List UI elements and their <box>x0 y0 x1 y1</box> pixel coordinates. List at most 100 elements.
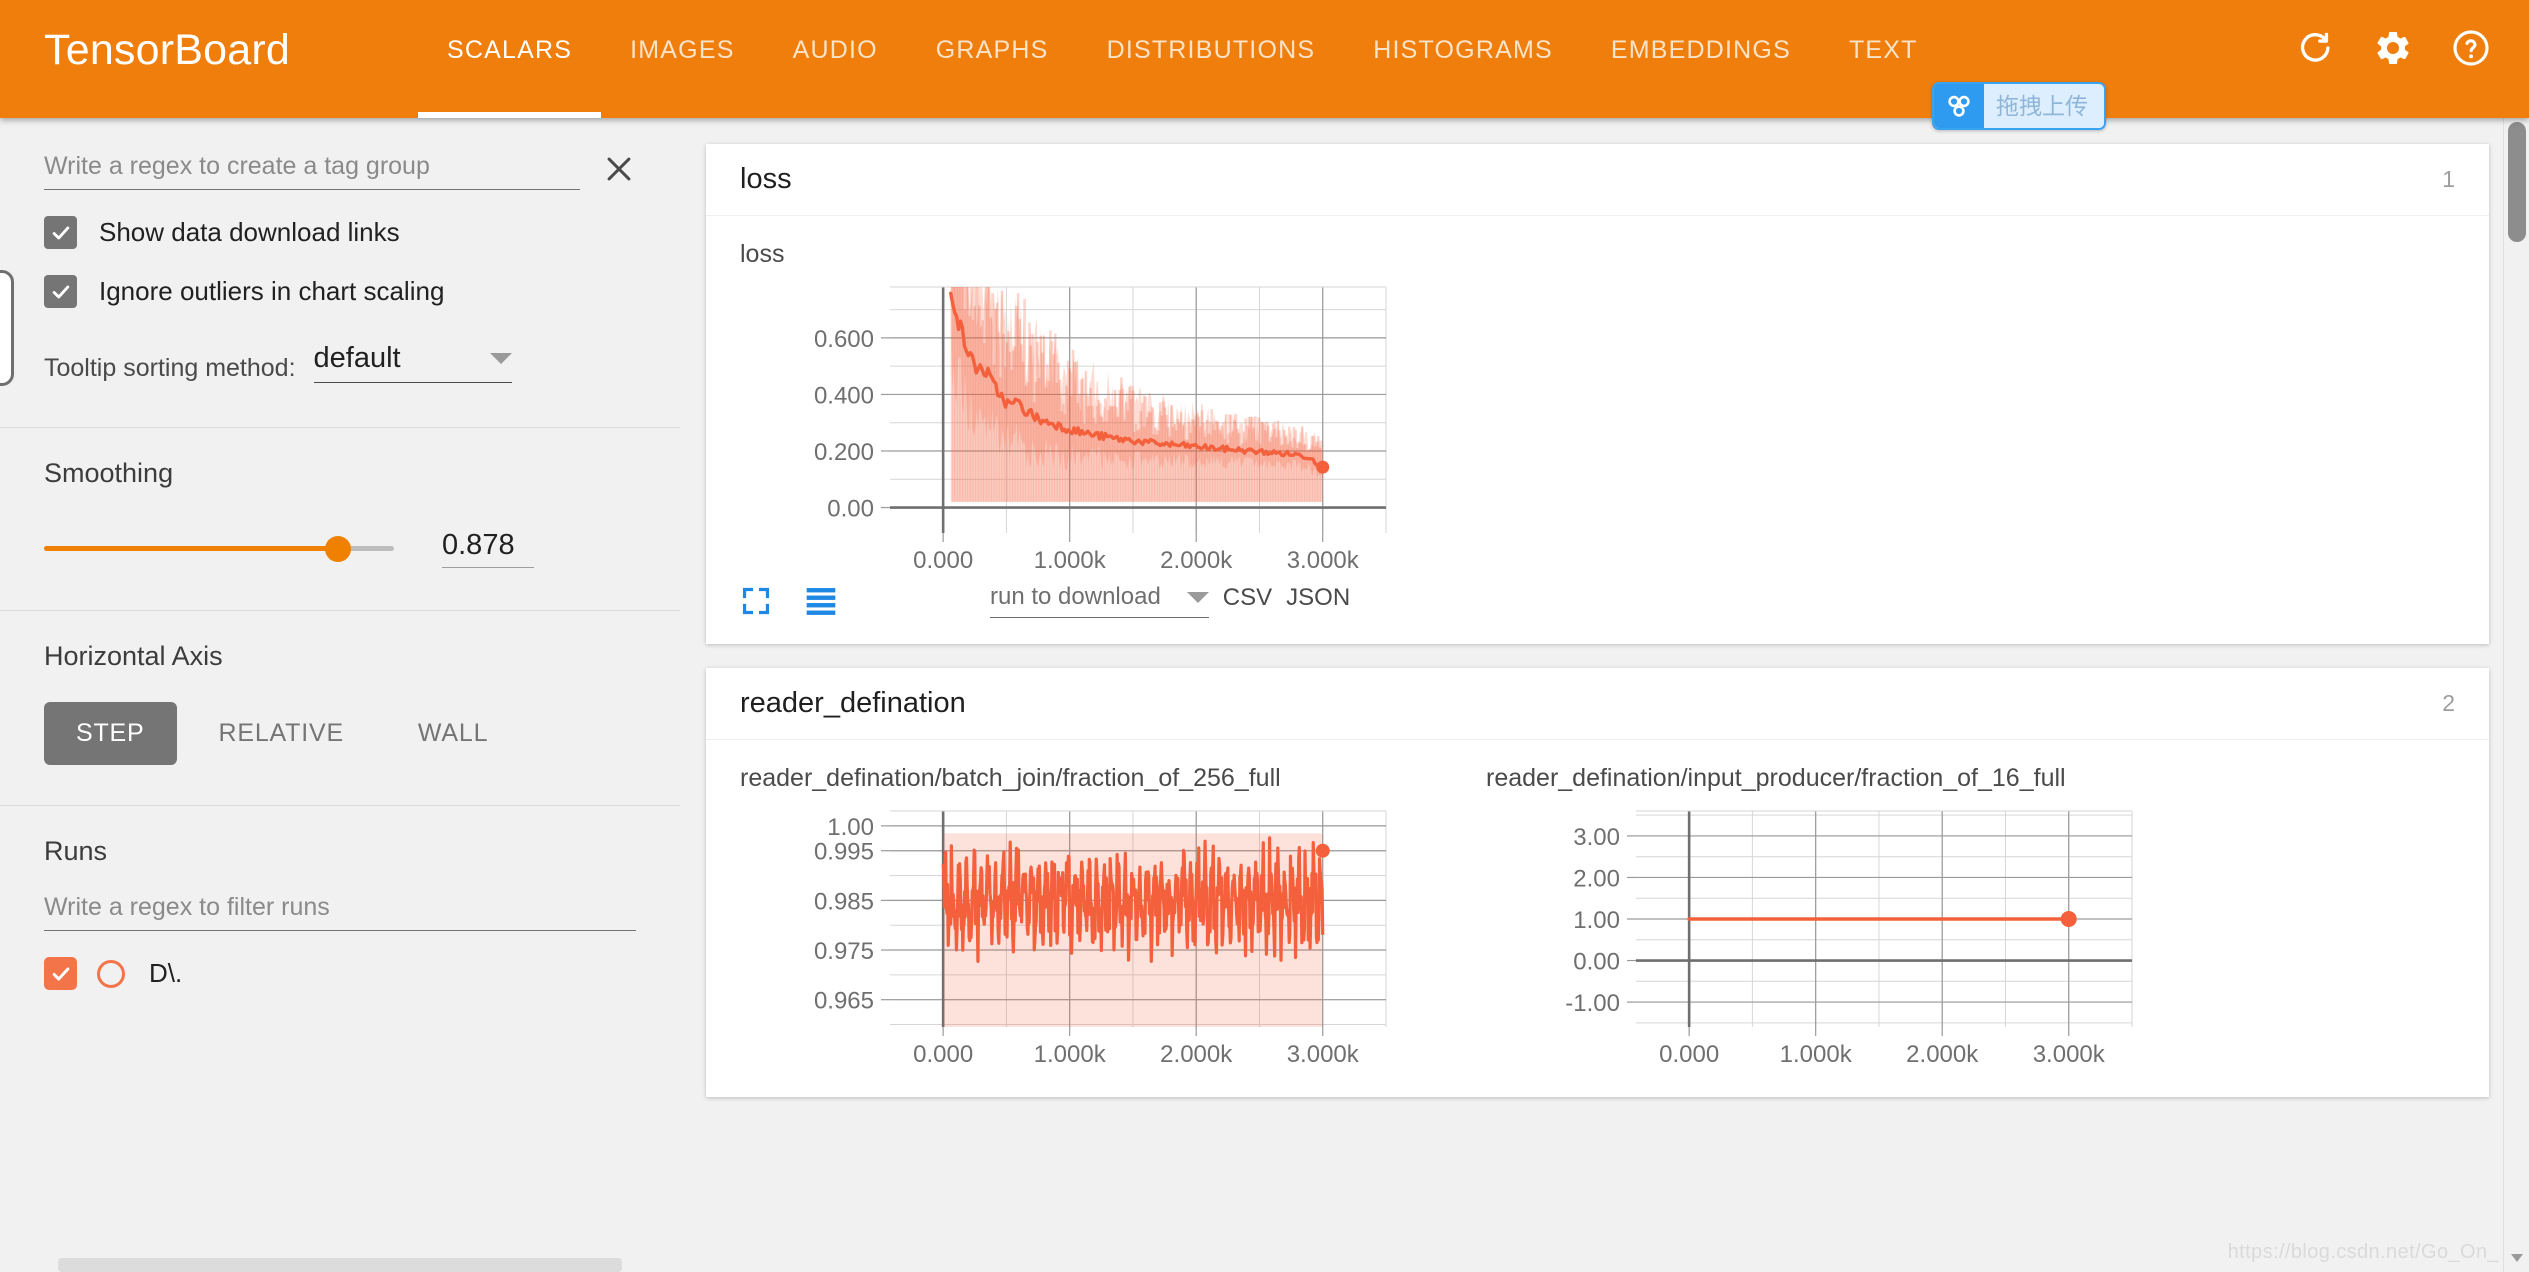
svg-text:0.200: 0.200 <box>814 439 874 466</box>
tab-label: EMBEDDINGS <box>1610 36 1791 64</box>
download-json-link[interactable]: JSON <box>1286 584 1350 618</box>
close-icon[interactable] <box>602 152 636 186</box>
card-loss-body: loss 0.00 0.200 0.400 0.600 0.000 1.000k 2.000… <box>706 216 2489 644</box>
download-controls: run to download CSV JSON <box>990 583 1350 618</box>
tooltip-sorting-row: Tooltip sorting method: default <box>0 342 680 427</box>
svg-text:0.000: 0.000 <box>1659 1041 1719 1068</box>
chart-loss: loss 0.00 0.200 0.400 0.600 0.000 1.000k 2.000… <box>740 238 1420 618</box>
ignore-outliers-checkbox[interactable] <box>44 275 77 308</box>
tooltip-sorting-select[interactable]: default <box>313 342 512 383</box>
run-checkbox[interactable] <box>44 957 77 990</box>
tab-text[interactable]: TEXT <box>1820 0 1947 118</box>
horizontal-axis-title: Horizontal Axis <box>44 641 223 671</box>
svg-text:1.000k: 1.000k <box>1034 547 1107 574</box>
tab-embeddings[interactable]: EMBEDDINGS <box>1582 0 1820 118</box>
chevron-down-icon <box>489 353 512 364</box>
tab-label: TEXT <box>1848 36 1918 64</box>
tab-audio[interactable]: AUDIO <box>764 0 907 118</box>
chart-input-producer-plot[interactable]: -1.00 0.00 1.00 2.00 3.00 0.000 1.000k 2.000k 3.… <box>1486 801 2146 1071</box>
drag-upload-badge[interactable]: 拖拽上传 <box>1932 82 2106 130</box>
svg-text:3.00: 3.00 <box>1573 824 1620 851</box>
axis-option-relative[interactable]: RELATIVE <box>187 702 376 765</box>
show-download-links-label: Show data download links <box>99 217 400 247</box>
runs-filter-input[interactable] <box>44 889 636 931</box>
svg-text:0.995: 0.995 <box>814 839 874 866</box>
ignore-outliers-row[interactable]: Ignore outliers in chart scaling <box>0 275 680 308</box>
tab-label: IMAGES <box>630 36 735 64</box>
netdisk-icon <box>1934 84 1984 128</box>
card-loss-header[interactable]: loss 1 <box>706 144 2489 216</box>
scrollbar-thumb[interactable] <box>2508 122 2526 242</box>
tab-label: HISTOGRAMS <box>1373 36 1553 64</box>
svg-text:0.975: 0.975 <box>814 938 874 965</box>
axis-option-wall[interactable]: WALL <box>386 702 520 765</box>
tab-graphs[interactable]: GRAPHS <box>907 0 1078 118</box>
page-scrollbar[interactable] <box>2503 118 2529 1272</box>
svg-text:2.00: 2.00 <box>1573 865 1620 892</box>
tab-label: SCALARS <box>447 36 573 64</box>
sidebar-edge-toggle[interactable] <box>0 270 14 386</box>
download-csv-link[interactable]: CSV <box>1223 584 1272 618</box>
svg-text:-1.00: -1.00 <box>1565 990 1620 1017</box>
chart-input-producer: reader_defination/input_producer/fractio… <box>1486 762 2166 1071</box>
run-item[interactable]: D\. <box>0 957 680 990</box>
svg-text:0.600: 0.600 <box>814 326 874 353</box>
refresh-icon[interactable] <box>2297 29 2335 67</box>
show-download-links-row[interactable]: Show data download links <box>0 216 680 249</box>
svg-text:1.000k: 1.000k <box>1780 1041 1853 1068</box>
ignore-outliers-label: Ignore outliers in chart scaling <box>99 276 445 306</box>
card-reader-defination: reader_defination 2 reader_defination/ba… <box>706 668 2489 1097</box>
main-nav-tabs: SCALARS IMAGES AUDIO GRAPHS DISTRIBUTION… <box>418 0 1947 118</box>
tag-group-regex-row <box>0 118 680 190</box>
tab-label: DISTRIBUTIONS <box>1106 36 1316 64</box>
tab-label: AUDIO <box>792 36 878 64</box>
tab-histograms[interactable]: HISTOGRAMS <box>1344 0 1582 118</box>
smoothing-title: Smoothing <box>44 458 174 488</box>
svg-text:1.000k: 1.000k <box>1034 1041 1107 1068</box>
smoothing-value[interactable]: 0.878 <box>442 529 534 568</box>
expand-icon[interactable] <box>740 585 772 617</box>
scroll-down-arrow-icon[interactable] <box>2511 1254 2523 1262</box>
main-content: loss 1 loss 0.00 0.200 0.400 0.600 0.000 1.00… <box>680 118 2529 1272</box>
svg-text:0.00: 0.00 <box>827 496 874 523</box>
chart-canvas-wrap: 0.00 0.200 0.400 0.600 0.000 1.000k 2.000k 3.00… <box>740 277 1420 577</box>
chart-batch-join-plot[interactable]: 0.965 0.975 0.985 0.9951.00 0.000 1.000k 2.000… <box>740 801 1400 1071</box>
tag-group-regex-input[interactable] <box>44 148 580 190</box>
smoothing-row: 0.878 <box>0 529 680 610</box>
checkmark-icon <box>52 285 69 298</box>
run-color-swatch <box>97 959 125 988</box>
run-label: D\. <box>149 958 183 988</box>
svg-text:0.000: 0.000 <box>913 1041 973 1068</box>
svg-text:0.00: 0.00 <box>1573 949 1620 976</box>
sidebar-horizontal-scrollbar[interactable] <box>58 1258 622 1272</box>
card-reader-defination-header[interactable]: reader_defination 2 <box>706 668 2489 740</box>
checkmark-icon <box>52 226 69 239</box>
chart-grid: loss 0.00 0.200 0.400 0.600 0.000 1.000k 2.000… <box>740 238 2455 618</box>
tab-images[interactable]: IMAGES <box>601 0 763 118</box>
runs-title: Runs <box>44 836 108 866</box>
smoothing-slider-thumb[interactable] <box>325 535 351 562</box>
tab-distributions[interactable]: DISTRIBUTIONS <box>1078 0 1345 118</box>
chart-loss-plot[interactable]: 0.00 0.200 0.400 0.600 0.000 1.000k 2.000k 3.00… <box>740 277 1400 577</box>
page-watermark: https://blog.csdn.net/Go_On_ <box>2227 1241 2499 1263</box>
axis-option-step[interactable]: STEP <box>44 702 177 765</box>
help-icon[interactable] <box>2451 28 2491 68</box>
svg-text:0.965: 0.965 <box>814 988 874 1015</box>
svg-text:0.400: 0.400 <box>814 382 874 409</box>
app-brand: TensorBoard <box>44 26 291 74</box>
tab-scalars[interactable]: SCALARS <box>418 0 602 118</box>
run-to-download-select[interactable]: run to download <box>990 583 1209 618</box>
chart-toolbar: run to download CSV JSON <box>740 583 1420 618</box>
card-title: reader_defination <box>740 687 966 719</box>
svg-text:0.985: 0.985 <box>814 888 874 915</box>
gear-icon[interactable] <box>2373 28 2413 68</box>
svg-text:1.00: 1.00 <box>827 814 874 841</box>
data-series-icon[interactable] <box>804 586 838 616</box>
show-download-links-checkbox[interactable] <box>44 216 77 249</box>
tooltip-sorting-value: default <box>313 342 401 374</box>
top-app-bar: TensorBoard SCALARS IMAGES AUDIO GRAPHS … <box>0 0 2529 130</box>
smoothing-slider[interactable] <box>44 535 394 562</box>
svg-text:2.000k: 2.000k <box>1906 1041 1979 1068</box>
chart-canvas-wrap: 0.965 0.975 0.985 0.995 1.00 0.000 1.000k 2.000… <box>740 801 1420 1071</box>
horizontal-axis-options: STEP RELATIVE WALL <box>0 702 680 805</box>
